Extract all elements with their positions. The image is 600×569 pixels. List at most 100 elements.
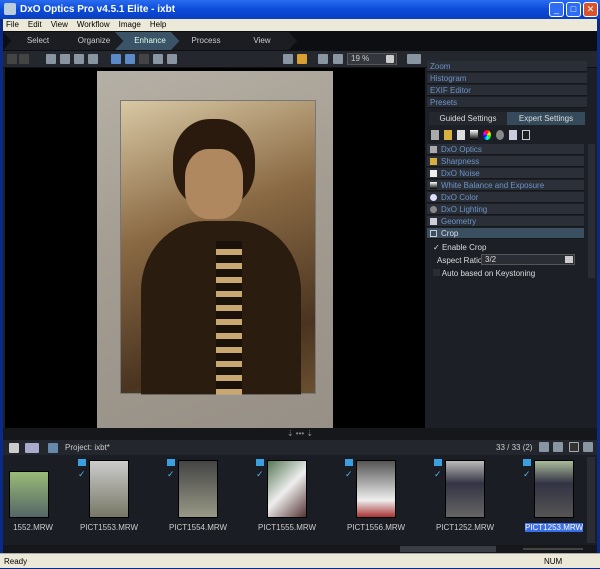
sharpness-icon bbox=[430, 158, 437, 165]
mask-icon[interactable] bbox=[167, 54, 177, 64]
zoom-tool-icon[interactable] bbox=[74, 54, 84, 64]
section-presets[interactable]: Presets bbox=[427, 97, 587, 108]
auto-keystoning-label: Auto based on Keystoning bbox=[441, 269, 536, 278]
striped-shirt bbox=[216, 241, 242, 395]
palette-icons bbox=[431, 130, 551, 140]
single-view-icon[interactable] bbox=[111, 54, 121, 64]
photo-preview bbox=[97, 71, 333, 429]
palette-white-balance[interactable]: White Balance and Exposure bbox=[427, 180, 584, 191]
chevron-down-icon bbox=[565, 256, 573, 263]
menu-help[interactable]: Help bbox=[150, 19, 166, 31]
fit-icon[interactable] bbox=[318, 54, 328, 64]
exposure-icon[interactable] bbox=[470, 130, 478, 140]
check-icon: ✓ bbox=[434, 469, 442, 479]
grid-icon[interactable] bbox=[283, 54, 293, 64]
dxo-badge-icon bbox=[523, 459, 531, 466]
auto-keystoning-checkbox[interactable]: Auto based on Keystoning bbox=[433, 269, 535, 278]
forward-icon[interactable] bbox=[19, 54, 29, 64]
aspect-ratio-select[interactable]: 3/2 bbox=[481, 254, 575, 265]
palette-crop[interactable]: Crop bbox=[427, 228, 584, 239]
panel-icon[interactable] bbox=[583, 442, 593, 452]
chevron-down-icon[interactable] bbox=[386, 55, 394, 63]
check-icon: ✓ bbox=[78, 469, 86, 479]
right-panel: Zoom Histogram EXIF Editor Presets Guide… bbox=[425, 61, 597, 428]
close-button[interactable]: ✕ bbox=[583, 2, 598, 17]
menu-edit[interactable]: Edit bbox=[28, 19, 42, 31]
tab-view[interactable]: View bbox=[227, 32, 297, 50]
thumbnail-name: PICT1553.MRW bbox=[79, 523, 139, 532]
thumb-size-slider[interactable] bbox=[523, 548, 583, 550]
minimize-button[interactable]: _ bbox=[549, 2, 564, 17]
single-image-icon[interactable] bbox=[569, 442, 579, 452]
section-zoom[interactable]: Zoom bbox=[427, 61, 587, 72]
color-icon bbox=[430, 194, 437, 201]
palette-dxo-color[interactable]: DxO Color bbox=[427, 192, 584, 203]
filmstrip-hscroll[interactable] bbox=[3, 545, 597, 553]
tab-guided-settings[interactable]: Guided Settings bbox=[429, 112, 507, 125]
new-project-icon[interactable] bbox=[9, 443, 19, 453]
app-body: Select Organize Enhance Process View 19 … bbox=[3, 31, 597, 553]
optics-icon[interactable] bbox=[431, 130, 439, 140]
crop-rectangle[interactable] bbox=[120, 100, 316, 395]
add-images-icon[interactable] bbox=[25, 443, 39, 453]
checkbox-box bbox=[433, 269, 440, 276]
save-icon[interactable] bbox=[48, 443, 58, 453]
tab-expert-settings[interactable]: Expert Settings bbox=[507, 112, 585, 125]
app-icon bbox=[4, 3, 16, 15]
geometry-icon[interactable] bbox=[509, 130, 517, 140]
color-picker-icon[interactable] bbox=[139, 54, 149, 64]
section-histogram[interactable]: Histogram bbox=[427, 73, 587, 84]
thumbnail[interactable] bbox=[445, 460, 485, 518]
lighting-icon[interactable] bbox=[496, 130, 504, 140]
check-icon: ✓ bbox=[256, 469, 264, 479]
thumbnail[interactable] bbox=[356, 460, 396, 518]
list-view-icon[interactable] bbox=[539, 442, 549, 452]
menu-view[interactable]: View bbox=[51, 19, 68, 31]
lock-icon[interactable] bbox=[297, 54, 307, 64]
enable-crop-checkbox[interactable]: ✓ Enable Crop bbox=[433, 243, 486, 252]
page-icon[interactable] bbox=[46, 54, 56, 64]
back-icon[interactable] bbox=[7, 54, 17, 64]
palette-dxo-noise[interactable]: DxO Noise bbox=[427, 168, 584, 179]
panel-scrollbar[interactable] bbox=[588, 144, 595, 278]
fullscreen-icon[interactable] bbox=[407, 54, 421, 64]
grid-view-icon[interactable] bbox=[553, 442, 563, 452]
palette-label: Crop bbox=[441, 229, 459, 238]
noise-icon[interactable] bbox=[457, 130, 465, 140]
pen-icon[interactable] bbox=[153, 54, 163, 64]
sharpness-icon[interactable] bbox=[444, 130, 452, 140]
thumbnail[interactable] bbox=[89, 460, 129, 518]
palette-dxo-optics[interactable]: DxO Optics bbox=[427, 144, 584, 155]
aspect-ratio-value: 3/2 bbox=[485, 255, 497, 264]
filmstrip-vscroll[interactable] bbox=[587, 457, 595, 543]
maximize-button[interactable]: □ bbox=[566, 2, 581, 17]
palette-geometry[interactable]: Geometry bbox=[427, 216, 584, 227]
thumbnail[interactable] bbox=[178, 460, 218, 518]
section-exif-editor[interactable]: EXIF Editor bbox=[427, 85, 587, 96]
dxo-badge-icon bbox=[167, 459, 175, 466]
menu-workflow[interactable]: Workflow bbox=[77, 19, 110, 31]
thumbnail-selected[interactable] bbox=[534, 460, 574, 518]
palette-sharpness[interactable]: Sharpness bbox=[427, 156, 584, 167]
thumbnail[interactable] bbox=[9, 471, 49, 518]
crop-shade-bottom bbox=[120, 394, 316, 429]
check-icon: ✓ bbox=[167, 469, 175, 479]
compare-view-icon[interactable] bbox=[125, 54, 135, 64]
status-text: Ready bbox=[4, 557, 28, 566]
enable-crop-label: Enable Crop bbox=[441, 243, 487, 252]
palette-dxo-lighting[interactable]: DxO Lighting bbox=[427, 204, 584, 215]
hand-icon[interactable] bbox=[60, 54, 70, 64]
image-viewer[interactable] bbox=[5, 68, 425, 429]
actual-size-icon[interactable] bbox=[333, 54, 343, 64]
scroll-thumb[interactable] bbox=[400, 546, 496, 552]
menu-image[interactable]: Image bbox=[119, 19, 141, 31]
menu-file[interactable]: File bbox=[6, 19, 19, 31]
thumbnail[interactable] bbox=[267, 460, 307, 518]
crop-icon[interactable] bbox=[522, 130, 530, 140]
splitter-handle[interactable]: ⇣ ••• ⇣ bbox=[3, 428, 597, 440]
crop-icon bbox=[430, 230, 437, 237]
crop-tool-icon[interactable] bbox=[88, 54, 98, 64]
thumbnail-name: PICT1554.MRW bbox=[168, 523, 228, 532]
color-icon[interactable] bbox=[483, 130, 491, 140]
geometry-icon bbox=[430, 218, 437, 225]
